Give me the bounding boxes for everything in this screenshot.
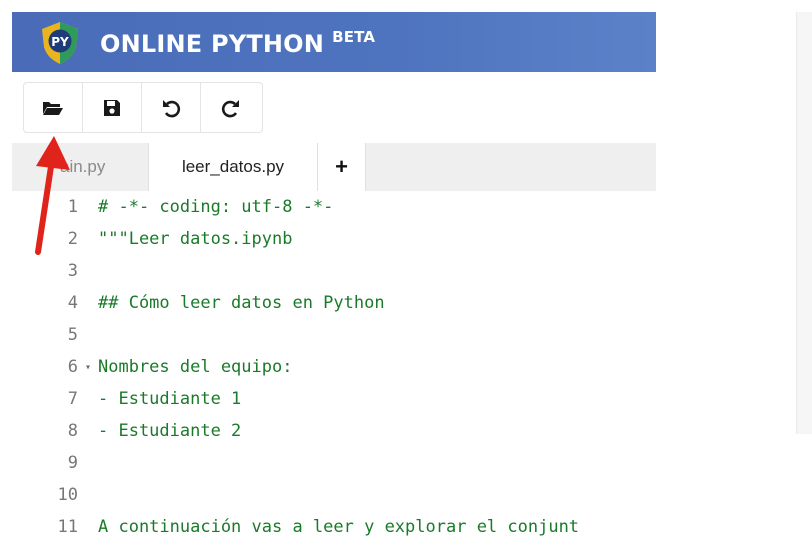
code-line: 11 A continuación vas a leer y explorar e…	[12, 511, 656, 543]
undo-button[interactable]	[142, 83, 201, 132]
code-line: 4 ## Cómo leer datos en Python	[12, 287, 656, 319]
code-text: # -*- coding: utf-8 -*-	[98, 197, 334, 217]
save-file-button[interactable]	[83, 83, 142, 132]
floppy-disk-icon	[104, 99, 120, 116]
app-title: ONLINE PYTHON BETA	[100, 28, 375, 58]
code-line: 8 - Estudiante 2	[12, 415, 656, 447]
code-line: 3	[12, 255, 656, 287]
file-tabs: ain.py leer_datos.py +	[12, 143, 656, 191]
line-number: 10	[57, 485, 78, 505]
code-editor[interactable]: 1 # -*- coding: utf-8 -*- 2 """Leer datos.…	[12, 191, 656, 548]
code-text: ## Cómo leer datos en Python	[98, 293, 385, 313]
line-number: 3	[67, 261, 78, 281]
folder-open-icon	[43, 101, 63, 115]
code-line: 5	[12, 319, 656, 351]
code-text: - Estudiante 2	[98, 421, 242, 441]
app-header: PY ONLINE PYTHON BETA	[12, 12, 656, 72]
line-number: 2	[67, 229, 78, 249]
open-file-button[interactable]	[24, 83, 83, 132]
python-shield-logo-icon: PY	[42, 22, 78, 64]
line-number: 11	[57, 517, 78, 537]
online-python-app: PY ONLINE PYTHON BETA ain.py leer_datos.…	[12, 12, 656, 548]
plus-icon: +	[335, 154, 348, 179]
add-tab-button[interactable]: +	[318, 143, 366, 191]
tab-main-py[interactable]: ain.py	[12, 143, 148, 191]
fold-toggle[interactable]: ▾	[78, 362, 98, 373]
line-number: 8	[67, 421, 78, 441]
undo-icon	[163, 99, 181, 117]
logo-text: PY	[51, 35, 69, 49]
line-number: 7	[67, 389, 78, 409]
code-text: - Estudiante 1	[98, 389, 242, 409]
code-text: A continuación vas a leer y explorar el …	[98, 517, 580, 537]
redo-icon	[221, 99, 239, 117]
app-title-text: ONLINE PYTHON	[100, 30, 325, 58]
line-number: 5	[67, 325, 78, 345]
code-line: 2 """Leer datos.ipynb	[12, 223, 656, 255]
line-number: 6	[67, 357, 78, 377]
code-line: 9	[12, 447, 656, 479]
line-number: 9	[67, 453, 78, 473]
code-text: """Leer datos.ipynb	[98, 229, 293, 249]
line-number: 4	[67, 293, 78, 313]
redo-button[interactable]	[201, 83, 260, 132]
code-text: Nombres del equipo:	[98, 357, 293, 377]
beta-badge: BETA	[332, 28, 376, 46]
file-toolbar	[23, 82, 263, 133]
line-number: 1	[67, 197, 78, 217]
code-line: 10	[12, 479, 656, 511]
right-side-panel	[796, 12, 812, 434]
code-line: 1 # -*- coding: utf-8 -*-	[12, 191, 656, 223]
code-line: 6 ▾ Nombres del equipo:	[12, 351, 656, 383]
tab-leer-datos-py[interactable]: leer_datos.py	[148, 143, 318, 191]
code-line: 7 - Estudiante 1	[12, 383, 656, 415]
